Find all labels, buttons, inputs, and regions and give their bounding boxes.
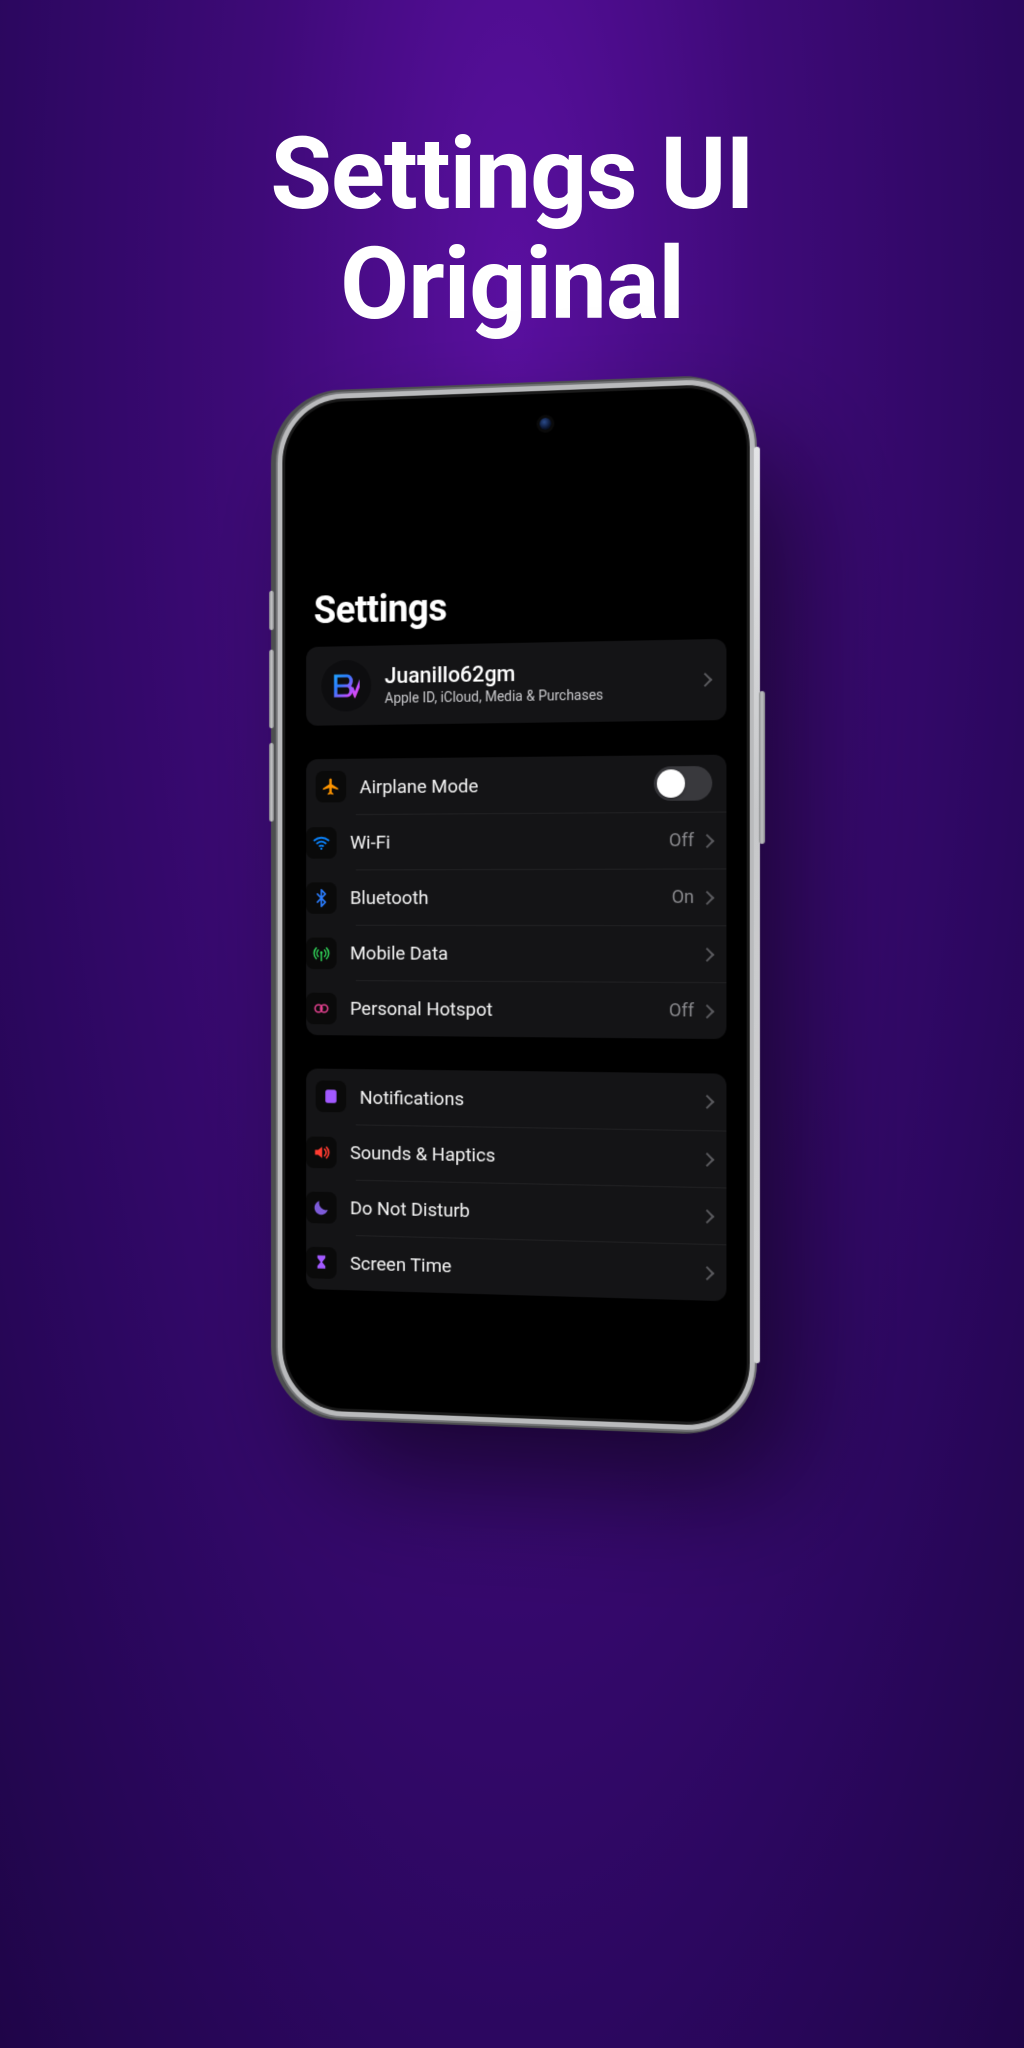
wifi-row[interactable]: Wi-Fi Off	[356, 812, 727, 870]
chevron-right-icon	[700, 890, 714, 904]
dnd-label: Do Not Disturb	[350, 1196, 702, 1227]
wifi-value: Off	[669, 830, 694, 851]
bluetooth-value: On	[672, 887, 694, 908]
bluetooth-label: Bluetooth	[350, 886, 672, 909]
hourglass-icon	[306, 1246, 337, 1278]
volume-down-button	[269, 743, 274, 822]
airplane-mode-toggle[interactable]	[654, 766, 712, 801]
chevron-right-icon	[700, 1095, 714, 1109]
wifi-icon	[306, 827, 337, 859]
chevron-right-icon	[700, 1152, 714, 1166]
notifications-icon	[316, 1080, 347, 1112]
antenna-icon	[306, 937, 337, 969]
avatar: ᗷꤶ	[321, 660, 371, 712]
personal-hotspot-label: Personal Hotspot	[350, 997, 669, 1022]
sounds-icon	[306, 1136, 337, 1168]
profile-name: Juanillo62gm	[385, 658, 701, 689]
volume-up-button	[269, 650, 274, 729]
screen-time-label: Screen Time	[350, 1252, 702, 1285]
attention-group: Notifications Sounds & Haptics	[306, 1068, 726, 1301]
personal-hotspot-row[interactable]: Personal Hotspot Off	[356, 980, 727, 1039]
chevron-right-icon	[700, 833, 714, 847]
personal-hotspot-value: Off	[669, 1000, 694, 1021]
airplane-icon	[316, 771, 347, 803]
sounds-row[interactable]: Sounds & Haptics	[356, 1124, 727, 1187]
notch	[429, 392, 596, 426]
promo-title: Settings UI Original	[0, 0, 1024, 340]
profile-group: ᗷꤶ Juanillo62gm Apple ID, iCloud, Media …	[306, 639, 726, 726]
hotspot-icon	[306, 992, 337, 1024]
power-button	[759, 691, 765, 844]
bluetooth-icon	[306, 882, 337, 914]
promo-line-2: Original	[340, 226, 684, 343]
airplane-mode-label: Airplane Mode	[360, 772, 654, 798]
notifications-label: Notifications	[360, 1085, 703, 1113]
profile-row[interactable]: ᗷꤶ Juanillo62gm Apple ID, iCloud, Media …	[306, 639, 726, 726]
chevron-right-icon	[700, 1266, 714, 1280]
moon-icon	[306, 1191, 337, 1223]
bluetooth-row[interactable]: Bluetooth On	[356, 868, 727, 925]
mobile-data-label: Mobile Data	[350, 942, 702, 966]
chevron-right-icon	[700, 1209, 714, 1223]
avatar-glyph: ᗷꤶ	[333, 664, 359, 705]
notifications-row[interactable]: Notifications	[306, 1068, 726, 1130]
profile-subtitle: Apple ID, iCloud, Media & Purchases	[385, 685, 701, 706]
front-camera	[540, 418, 552, 430]
airplane-mode-row[interactable]: Airplane Mode	[306, 755, 726, 815]
promo-line-1: Settings UI	[270, 116, 753, 233]
dnd-row[interactable]: Do Not Disturb	[356, 1180, 727, 1245]
page-title: Settings	[306, 580, 726, 647]
phone-frame: Settings ᗷꤶ Juanillo62gm Apple ID, iClou…	[285, 386, 747, 1424]
profile-texts: Juanillo62gm Apple ID, iCloud, Media & P…	[385, 658, 701, 706]
chevron-right-icon	[698, 673, 712, 687]
sounds-label: Sounds & Haptics	[350, 1141, 702, 1171]
chevron-right-icon	[700, 1004, 714, 1018]
wifi-label: Wi-Fi	[350, 829, 669, 854]
screen-time-row[interactable]: Screen Time	[356, 1235, 727, 1301]
mute-switch	[269, 591, 274, 630]
mobile-data-row[interactable]: Mobile Data	[356, 925, 727, 982]
connectivity-group: Airplane Mode Wi-Fi Off	[306, 755, 726, 1039]
screen: Settings ᗷꤶ Juanillo62gm Apple ID, iClou…	[295, 397, 737, 1414]
chevron-right-icon	[700, 947, 714, 961]
